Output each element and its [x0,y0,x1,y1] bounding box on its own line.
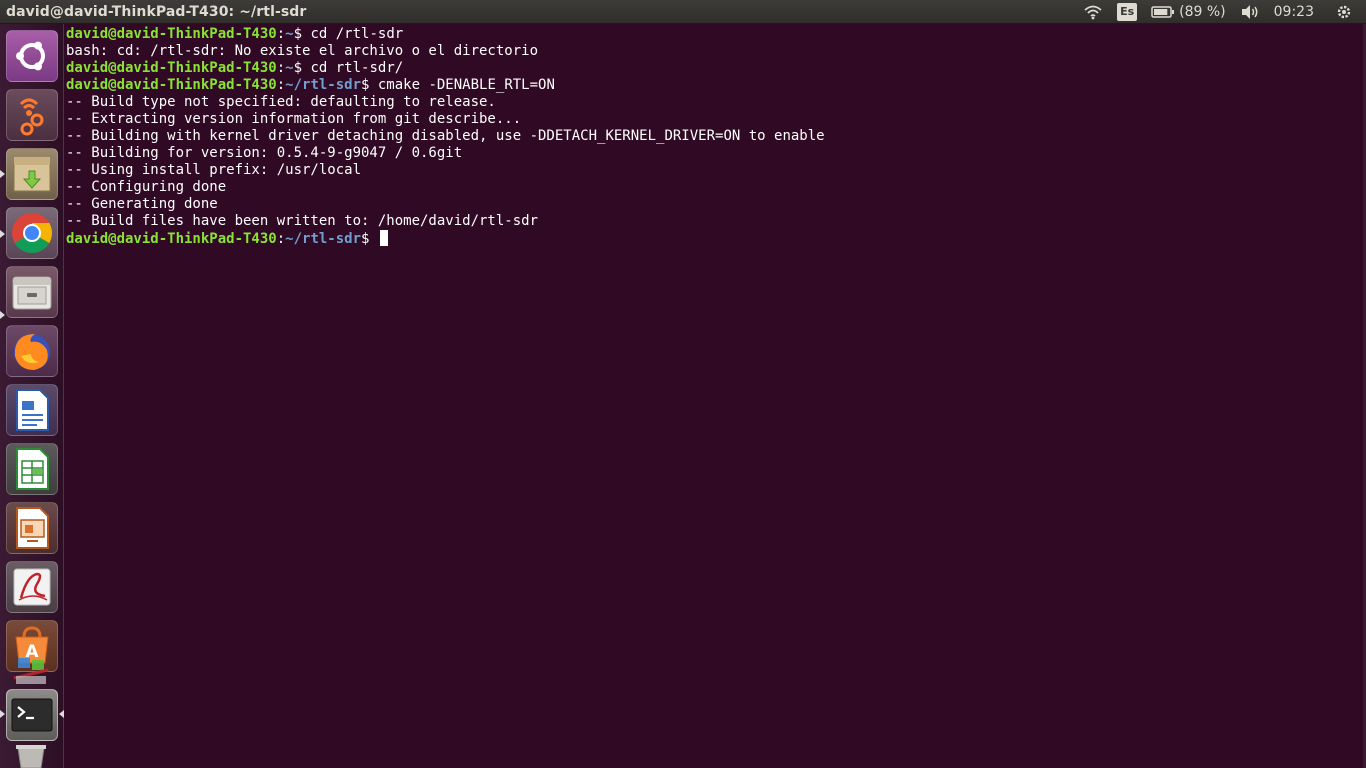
battery-percentage: (89 %) [1179,4,1226,20]
launcher-firefox[interactable] [6,325,58,377]
prompt-dollar: $ [293,26,303,42]
running-indicator [0,710,5,718]
window-title: david@david-ThinkPad-T430: ~/rtl-sdr [6,4,307,20]
terminal-line: -- Building for version: 0.5.4-9-g9047 /… [66,145,1361,162]
launcher-collapsed-items[interactable] [6,654,58,688]
launcher-terminal[interactable] [6,689,58,741]
prompt-separator: : [276,26,286,42]
terminal-line: -- Configuring done [66,179,1361,196]
text-cursor [379,230,388,246]
command-text: cd rtl-sdr/ [302,60,404,76]
prompt-separator: : [276,60,286,76]
firefox-icon [14,334,50,370]
output-text: bash: cd: /rtl-sdr: No existe el archivo… [66,43,539,59]
impress-icon [16,507,49,549]
terminal-line: david@david-ThinkPad-T430:~$ cd rtl-sdr/ [66,60,1361,77]
output-text: -- Building with kernel driver detaching… [66,128,825,144]
prompt-user: david@david-ThinkPad-T430 [66,26,277,42]
prompt-path: ~ [285,26,294,42]
battery-icon [1151,6,1175,18]
launcher-pdf-viewer[interactable] [6,561,58,613]
calc-icon [16,448,49,490]
launcher-impress[interactable] [6,502,58,554]
prompt-path: ~/rtl-sdr [285,231,362,247]
output-text: -- Extracting version information from g… [66,111,522,127]
prompt-separator: : [276,77,286,93]
battery-indicator[interactable]: (89 %) [1151,0,1226,24]
launcher-archive-manager[interactable] [6,148,58,200]
focused-indicator [59,710,64,718]
prompt-path: ~ [285,60,294,76]
trash-icon [16,745,46,768]
terminal-line: -- Generating done [66,196,1361,213]
terminal-line: -- Build files have been written to: /ho… [66,213,1361,230]
archive-download-icon [13,157,51,192]
output-text: -- Building for version: 0.5.4-9-g9047 /… [66,145,463,161]
launcher-trash[interactable] [6,742,58,768]
running-indicator [0,230,5,238]
running-indicator [0,170,5,178]
command-text: cd /rtl-sdr [302,26,404,42]
command-text: cmake -DENABLE_RTL=ON [369,77,555,93]
sdr-app-icon [19,98,44,136]
chrome-icon [12,213,52,253]
volume-indicator[interactable] [1240,0,1260,24]
prompt-separator: : [276,231,286,247]
terminal-icon [11,698,53,732]
pdf-icon [13,568,51,606]
launcher-writer[interactable] [6,384,58,436]
wifi-indicator[interactable] [1083,0,1103,24]
prompt-user: david@david-ThinkPad-T430 [66,77,277,93]
terminal-line: -- Using install prefix: /usr/local [66,162,1361,179]
output-text: -- Using install prefix: /usr/local [66,162,362,178]
launcher-files[interactable] [6,266,58,318]
ubuntu-logo-icon [16,41,45,71]
terminal-line: david@david-ThinkPad-T430:~/rtl-sdr$ [66,230,1361,247]
file-cabinet-icon [12,276,52,310]
terminal-line: -- Build type not specified: defaulting … [66,94,1361,111]
launcher-calc[interactable] [6,443,58,495]
launcher: A [0,24,64,768]
output-text: -- Build files have been written to: /ho… [66,213,539,229]
stacked-apps-icon [13,658,49,684]
launcher-sdr-app[interactable] [6,89,58,141]
running-indicator [0,311,5,319]
terminal-line: david@david-ThinkPad-T430:~$ cd /rtl-sdr [66,26,1361,43]
terminal-line: -- Extracting version information from g… [66,111,1361,128]
keyboard-layout-badge: Es [1117,3,1138,21]
prompt-user: david@david-ThinkPad-T430 [66,231,277,247]
top-panel: david@david-ThinkPad-T430: ~/rtl-sdr Es … [0,0,1366,24]
terminal-output[interactable]: david@david-ThinkPad-T430:~$ cd /rtl-sdr… [66,26,1361,768]
terminal-line: bash: cd: /rtl-sdr: No existe el archivo… [66,43,1361,60]
prompt-path: ~/rtl-sdr [285,77,362,93]
output-text: -- Configuring done [66,179,227,195]
terminal-line: david@david-ThinkPad-T430:~/rtl-sdr$ cma… [66,77,1361,94]
command-text [369,231,377,247]
keyboard-indicator[interactable]: Es [1117,0,1138,24]
clock[interactable]: 09:23 [1274,0,1314,24]
output-text: -- Generating done [66,196,218,212]
prompt-user: david@david-ThinkPad-T430 [66,60,277,76]
terminal-line: -- Building with kernel driver detaching… [66,128,1361,145]
prompt-dollar: $ [293,60,303,76]
system-menu[interactable] [1336,0,1352,24]
gear-icon [1337,5,1351,19]
launcher-chrome[interactable] [6,207,58,259]
dash-button[interactable] [6,30,58,82]
writer-icon [16,389,49,431]
indicator-area: Es (89 %) 09:23 [1083,0,1366,24]
wifi-icon [1084,5,1102,20]
volume-icon [1241,5,1258,19]
output-text: -- Build type not specified: defaulting … [66,94,496,110]
